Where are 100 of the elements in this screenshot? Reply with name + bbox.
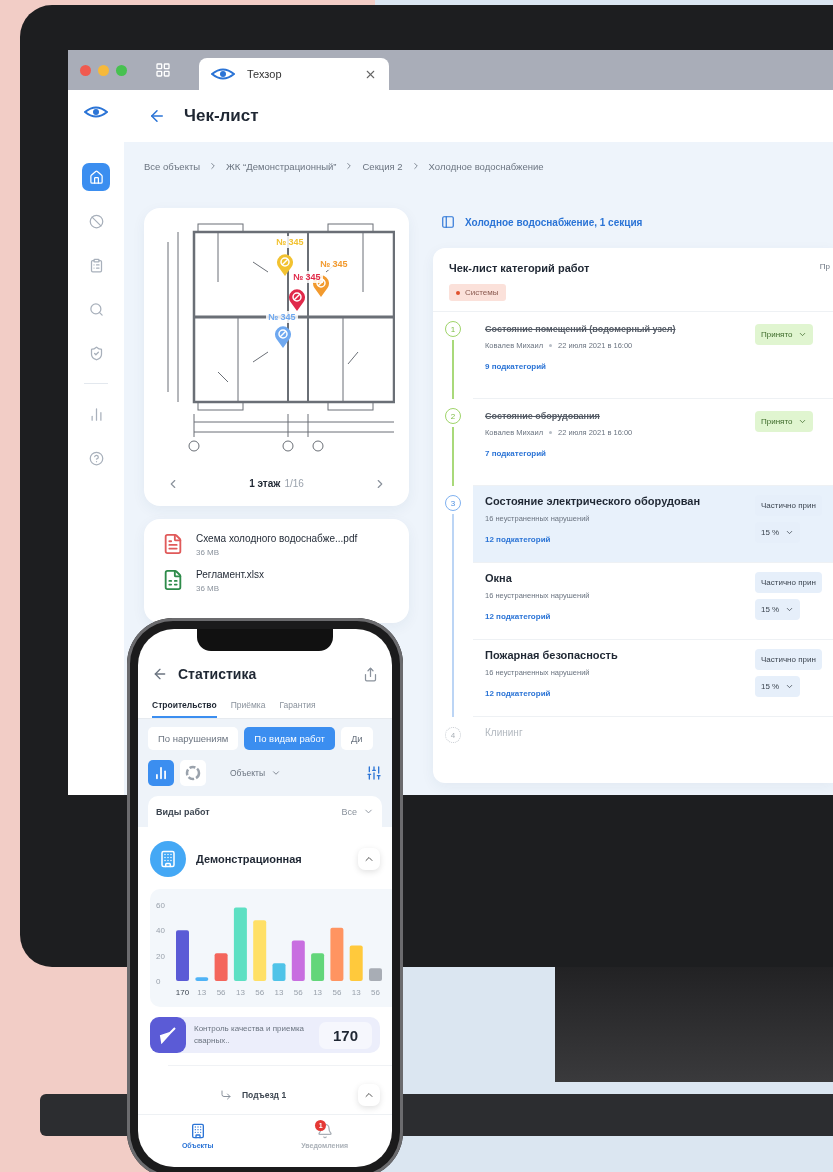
column-header: Пр <box>819 262 830 273</box>
sub-item-arrow-icon <box>220 1089 232 1101</box>
item-title: Состояние помещений (водомерный узел) <box>485 324 677 334</box>
bar <box>176 930 189 981</box>
spreadsheet-file-icon <box>162 569 184 591</box>
work-type-name: Контроль качества и приемка сварных.. <box>193 1023 306 1047</box>
grid-icon[interactable] <box>155 62 171 78</box>
subcategories-link[interactable]: 12 подкатегорий <box>485 689 755 698</box>
shield-check-icon <box>88 345 104 361</box>
bar <box>349 945 363 981</box>
bar-chart-icon <box>154 766 168 780</box>
bar <box>311 953 325 981</box>
chevron-down-icon <box>798 417 808 426</box>
step-number: 2 <box>445 408 461 424</box>
axis-tick: 40 <box>156 926 165 936</box>
percent-dropdown[interactable]: 15 % <box>755 676 801 697</box>
search-icon <box>88 301 104 317</box>
file-size: 36 MB <box>196 548 221 557</box>
floor-label: 1 этаж 1/16 <box>249 478 304 489</box>
file-name[interactable]: Схема холодного водоснабже...pdf <box>196 533 358 544</box>
axis-tick: 20 <box>156 951 165 961</box>
step-number: 4 <box>445 727 461 743</box>
bar-label: 13 <box>197 988 207 997</box>
breadcrumb-link[interactable]: ЖК “Демонстрационный” <box>226 160 337 172</box>
status-dropdown[interactable]: Частично прин <box>755 572 822 593</box>
view-toggle[interactable] <box>148 760 174 786</box>
bar-label: 56 <box>293 988 303 997</box>
bell-icon <box>316 1123 333 1139</box>
filter-chip[interactable]: Ди <box>340 727 373 750</box>
bar <box>272 963 286 981</box>
chevron-down-icon <box>271 768 282 778</box>
sidebar-item[interactable] <box>82 163 110 191</box>
step-title: Клининг <box>484 726 524 738</box>
step-number: 1 <box>445 321 461 337</box>
file-name[interactable]: Регламент.xlsx <box>196 569 265 580</box>
pin-label: № 345 <box>274 236 306 248</box>
subcategories-link[interactable]: 12 подкатегорий <box>485 612 755 621</box>
bar-label: 56 <box>371 988 380 997</box>
browser-tab[interactable]: Техзор <box>199 58 389 90</box>
work-types-dropdown[interactable]: Все <box>341 806 374 817</box>
filter-chip[interactable]: По видам работ <box>244 727 335 750</box>
checklist-title: Чек-лист категорий работ <box>449 262 590 274</box>
status-dropdown[interactable]: Принято <box>755 324 814 345</box>
chevron-down-icon <box>798 330 808 339</box>
bar <box>369 968 382 981</box>
item-title: Состояние оборудования <box>485 411 601 421</box>
chevron-down-icon <box>785 682 795 691</box>
item-title: Окна <box>485 572 513 584</box>
status-dropdown[interactable]: Частично прин <box>755 649 822 670</box>
tab[interactable]: Гарантия <box>279 695 316 718</box>
step-number: 3 <box>445 495 461 511</box>
share-icon[interactable] <box>363 666 378 682</box>
filter-chip[interactable]: По нарушениям <box>148 727 239 750</box>
bar-label: 13 <box>235 988 245 997</box>
status-dropdown[interactable]: Принято <box>755 411 814 432</box>
subcategories-link[interactable]: 12 подкатегорий <box>485 535 755 544</box>
map-pin-icon[interactable] <box>276 253 294 277</box>
trowel-icon <box>150 1017 186 1053</box>
bar <box>253 920 267 981</box>
close-window-button[interactable] <box>80 64 91 76</box>
filter-icon[interactable] <box>366 765 382 781</box>
pdf-file-icon <box>162 533 184 555</box>
pin-label: № 345 <box>291 271 323 283</box>
subcategories-link[interactable]: 7 подкатегорий <box>485 449 755 458</box>
panel-icon <box>441 215 455 229</box>
bar-label: 13 <box>274 988 284 997</box>
breadcrumb-link[interactable]: Секция 2 <box>362 160 403 172</box>
screen-title: Статистика <box>178 666 257 682</box>
map-pin-icon[interactable] <box>274 325 292 349</box>
bar-label: 170 <box>175 988 190 997</box>
back-arrow-icon[interactable] <box>152 666 168 682</box>
bar <box>214 953 228 981</box>
bar-label: 13 <box>351 988 361 997</box>
bar <box>195 977 209 981</box>
objects-dropdown[interactable]: Объекты <box>230 768 282 778</box>
pin-label: № 345 <box>266 311 298 323</box>
work-type-count: 170 <box>318 1021 372 1049</box>
chevron-down-icon <box>785 605 795 614</box>
collapse-button[interactable] <box>358 1084 380 1106</box>
view-toggle[interactable] <box>180 760 206 786</box>
donut-chart-icon <box>185 765 201 781</box>
subcategories-link[interactable]: 9 подкатегорий <box>485 362 755 371</box>
work-type-item[interactable]: Контроль качества и приемка сварных.. 170 <box>150 1017 380 1053</box>
item-title: Пожарная безопасность <box>485 649 619 661</box>
page-title: Чек-лист <box>184 106 259 126</box>
slashed-circle-icon <box>88 213 104 229</box>
tab[interactable]: Приёмка <box>230 695 266 718</box>
breadcrumb-link[interactable]: Все объекты <box>144 160 201 172</box>
bar-label: 56 <box>255 988 265 997</box>
work-types-label: Виды работ <box>156 806 210 817</box>
axis-tick: 60 <box>156 901 165 910</box>
map-pin-icon[interactable] <box>288 288 306 312</box>
section-title: Холодное водоснабжение, 1 секция <box>465 216 643 228</box>
chevron-down-icon <box>785 528 795 537</box>
category-tag: Системы <box>449 284 506 301</box>
percent-dropdown[interactable]: 15 % <box>755 599 801 620</box>
breadcrumb-link[interactable]: Холодное водоснабжение <box>428 160 544 172</box>
eye-icon <box>211 68 235 80</box>
clipboard-icon <box>88 257 104 273</box>
collapse-button[interactable] <box>358 848 380 870</box>
